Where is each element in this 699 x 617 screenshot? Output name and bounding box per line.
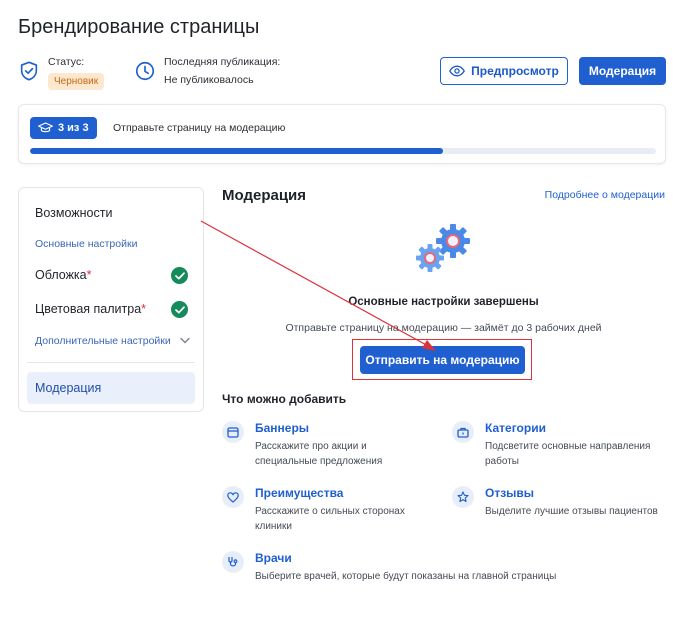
shield-check-icon bbox=[20, 61, 38, 81]
status-block: Статус: Черновик bbox=[18, 56, 105, 90]
status-badge: Черновик bbox=[48, 73, 105, 90]
add-section-title: Что можно добавить bbox=[222, 392, 347, 406]
progress-bar bbox=[30, 148, 656, 154]
main-title: Модерация bbox=[222, 187, 307, 204]
feature-title[interactable]: Врачи bbox=[255, 551, 292, 565]
publication-block: Последняя публикация: Не публиковалось bbox=[134, 56, 280, 86]
heart-icon bbox=[227, 491, 239, 503]
publication-value: Не публиковалось bbox=[164, 74, 254, 86]
completion-subtitle: Отправьте страницу на модерацию — займёт… bbox=[285, 322, 602, 334]
feature-title[interactable]: Категории bbox=[485, 421, 546, 435]
progress-card: 3 из 3 Отправьте страницу на модерацию bbox=[18, 104, 666, 164]
feature-description: Выберите врачей, которые будут показаны … bbox=[255, 571, 557, 582]
submit-for-moderation-button[interactable]: Отправить на модерацию bbox=[360, 346, 525, 374]
more-about-moderation-link[interactable]: Подробнее о модерации bbox=[545, 189, 665, 201]
required-mark: * bbox=[86, 268, 92, 282]
stethoscope-icon bbox=[228, 557, 238, 567]
briefcase-icon bbox=[457, 427, 469, 438]
gears-illustration bbox=[416, 224, 470, 272]
sidebar-item-moderation-label: Модерация bbox=[35, 381, 102, 395]
feature-description: Подсветите основные направления работы bbox=[485, 441, 651, 467]
preview-button-label: Предпросмотр bbox=[471, 64, 559, 78]
step-badge: 3 из 3 bbox=[30, 117, 97, 139]
feature-description: Расскажите о сильных сторонах клиники bbox=[255, 506, 405, 532]
feature-description: Расскажите про акции и специальные предл… bbox=[255, 441, 383, 467]
banner-icon bbox=[227, 426, 239, 438]
sidebar-item-moderation[interactable]: Модерация bbox=[27, 372, 195, 404]
chevron-down-icon bbox=[179, 337, 190, 344]
check-icon bbox=[171, 267, 188, 284]
feature-title[interactable]: Преимущества bbox=[255, 486, 343, 500]
sidebar-item-features[interactable]: Возможности bbox=[35, 206, 112, 220]
feature-description: Выделите лучшие отзывы пациентов bbox=[485, 506, 658, 517]
feature-title[interactable]: Баннеры bbox=[255, 421, 309, 435]
step-badge-label: 3 из 3 bbox=[58, 122, 89, 134]
page-title: Брендирование страницы bbox=[18, 16, 260, 38]
step-text: Отправьте страницу на модерацию bbox=[113, 122, 286, 134]
sidebar-section-additional[interactable]: Дополнительные настройки bbox=[35, 335, 190, 347]
sidebar-divider bbox=[27, 362, 195, 363]
sidebar-item-cover-label: Обложка bbox=[35, 268, 87, 282]
sidebar-item-cover[interactable]: Обложка* bbox=[35, 268, 92, 282]
preview-button[interactable]: Предпросмотр bbox=[440, 57, 568, 85]
moderation-button[interactable]: Модерация bbox=[579, 57, 666, 85]
status-label: Статус: bbox=[48, 56, 85, 68]
star-icon bbox=[457, 491, 469, 503]
feature-title[interactable]: Отзывы bbox=[485, 486, 534, 500]
sidebar-section-basic: Основные настройки bbox=[35, 238, 138, 250]
eye-icon bbox=[449, 65, 466, 77]
completion-title: Основные настройки завершены bbox=[348, 296, 539, 308]
graduation-cap-icon bbox=[38, 122, 53, 133]
publication-label: Последняя публикация: bbox=[164, 56, 281, 68]
sidebar-section-additional-label: Дополнительные настройки bbox=[35, 335, 171, 347]
progress-fill bbox=[30, 148, 444, 154]
clock-icon bbox=[135, 61, 155, 81]
